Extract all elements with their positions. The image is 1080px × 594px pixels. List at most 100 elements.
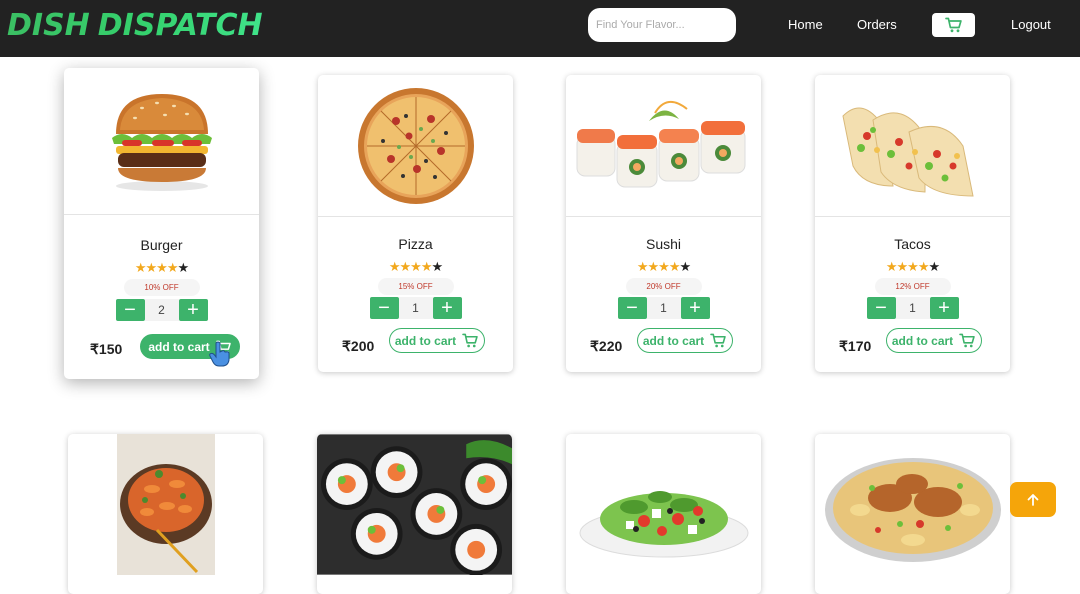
cart-icon — [710, 333, 726, 348]
add-to-cart-label: add to cart — [148, 339, 210, 354]
decrease-quantity-button[interactable]: − — [866, 297, 896, 319]
pasta-image — [68, 434, 263, 575]
star-icon: ★ — [896, 259, 909, 274]
star-icon: ★ — [917, 259, 930, 274]
discount-badge: 15% OFF — [377, 278, 454, 295]
logo[interactable]: DISH DISPATCH — [7, 4, 263, 48]
card-body: Pizza ★★★★★ 15% OFF − 1 + ₹200 add to ca… — [318, 216, 513, 372]
food-card-salad — [566, 434, 761, 594]
star-icon: ★ — [885, 259, 898, 274]
food-card-pizza: Pizza ★★★★★ 15% OFF − 1 + ₹200 add to ca… — [318, 75, 513, 372]
plus-icon: + — [441, 297, 453, 319]
increase-quantity-button[interactable]: + — [929, 297, 959, 319]
add-to-cart-label: add to cart — [891, 333, 954, 348]
navbar: DISHDISPATCH Home Orders Logout — [0, 0, 1080, 57]
logo-word-dish: DISH — [7, 8, 90, 43]
star-icon: ★ — [410, 259, 422, 274]
quantity-stepper: − 2 + — [64, 299, 259, 321]
minus-icon: − — [626, 297, 638, 319]
add-to-cart-button[interactable]: add to cart — [886, 328, 982, 353]
star-icon: ★ — [420, 259, 433, 274]
card-body: Burger ★★★★★ 10% OFF − 2 + ₹150 add to c… — [64, 214, 259, 379]
minus-icon: − — [875, 297, 887, 319]
quantity-stepper: − 1 + — [815, 297, 1010, 319]
food-name: Pizza — [398, 236, 433, 252]
plus-icon: + — [187, 299, 199, 321]
logo-word-dispatch: DISPATCH — [97, 8, 263, 43]
increase-quantity-button[interactable]: + — [178, 299, 208, 321]
food-name: Tacos — [894, 236, 931, 252]
plus-icon: + — [689, 297, 701, 319]
quantity-value: 2 — [144, 299, 179, 321]
card-body: Tacos ★★★★★ 12% OFF − 1 + ₹170 add to ca… — [815, 216, 1010, 372]
price: ₹170 — [839, 338, 872, 354]
arrow-up-icon — [1027, 493, 1039, 506]
hand-cursor-icon — [209, 341, 230, 367]
cart-icon — [959, 333, 975, 348]
nav-orders-link[interactable]: Orders — [857, 17, 897, 32]
star-icon: ★ — [388, 259, 401, 274]
decrease-quantity-button[interactable]: − — [369, 297, 399, 319]
plus-icon: + — [938, 297, 950, 319]
salad-image — [566, 434, 761, 575]
scroll-to-top-button[interactable] — [1010, 482, 1056, 517]
star-icon: ★ — [907, 259, 919, 274]
sushi-image — [566, 75, 761, 216]
star-icon: ★ — [156, 260, 168, 275]
quantity-value: 1 — [646, 297, 681, 319]
discount-badge: 12% OFF — [874, 278, 951, 295]
food-card-pasta — [68, 434, 263, 594]
add-to-cart-button[interactable]: add to cart — [637, 328, 733, 353]
search-input[interactable] — [588, 8, 736, 42]
pizza-image — [318, 75, 513, 216]
star-icon: ★ — [658, 259, 670, 274]
nav-home-link[interactable]: Home — [788, 17, 823, 32]
tacos-image — [815, 75, 1010, 216]
decrease-quantity-button[interactable]: − — [617, 297, 647, 319]
star-icon: ★ — [668, 259, 681, 274]
price: ₹150 — [90, 341, 123, 357]
star-icon: ★ — [166, 260, 179, 275]
minus-icon: − — [124, 299, 136, 321]
quantity-value: 1 — [398, 297, 433, 319]
star-icon: ★ — [177, 260, 189, 275]
minus-icon: − — [378, 297, 390, 319]
discount-badge: 20% OFF — [625, 278, 702, 295]
star-icon: ★ — [145, 260, 158, 275]
quantity-value: 1 — [895, 297, 930, 319]
food-card-burger: Burger ★★★★★ 10% OFF − 2 + ₹150 add to c… — [64, 68, 259, 379]
cart-icon — [944, 17, 962, 33]
price: ₹220 — [590, 338, 623, 354]
rating-stars: ★★★★★ — [318, 259, 513, 275]
star-icon: ★ — [431, 259, 443, 274]
add-to-cart-label: add to cart — [394, 333, 457, 348]
quantity-stepper: − 1 + — [566, 297, 761, 319]
star-icon: ★ — [636, 259, 649, 274]
rating-stars: ★★★★★ — [64, 260, 259, 276]
food-card-biryani — [815, 434, 1010, 594]
discount-badge: 10% OFF — [123, 279, 200, 296]
star-icon: ★ — [928, 259, 940, 274]
sushi-rolls-image — [317, 434, 512, 575]
decrease-quantity-button[interactable]: − — [115, 299, 145, 321]
star-icon: ★ — [399, 259, 412, 274]
add-to-cart-button[interactable]: add to cart — [389, 328, 485, 353]
star-icon: ★ — [647, 259, 660, 274]
nav-logout-link[interactable]: Logout — [1011, 17, 1051, 32]
cart-icon — [462, 333, 478, 348]
food-name: Sushi — [645, 236, 682, 252]
increase-quantity-button[interactable]: + — [432, 297, 462, 319]
star-icon: ★ — [679, 259, 691, 274]
add-to-cart-label: add to cart — [642, 333, 705, 348]
increase-quantity-button[interactable]: + — [680, 297, 710, 319]
card-body: Sushi ★★★★★ 20% OFF − 1 + ₹220 add to ca… — [566, 216, 761, 372]
food-card-sushi: Sushi ★★★★★ 20% OFF − 1 + ₹220 add to ca… — [566, 75, 761, 372]
food-card-sushi-rolls — [317, 434, 512, 594]
quantity-stepper: − 1 + — [318, 297, 513, 319]
star-icon: ★ — [134, 260, 147, 275]
food-name: Burger — [140, 237, 183, 253]
price: ₹200 — [342, 338, 375, 354]
rating-stars: ★★★★★ — [566, 259, 761, 275]
rating-stars: ★★★★★ — [815, 259, 1010, 275]
nav-cart-button[interactable] — [932, 13, 975, 37]
